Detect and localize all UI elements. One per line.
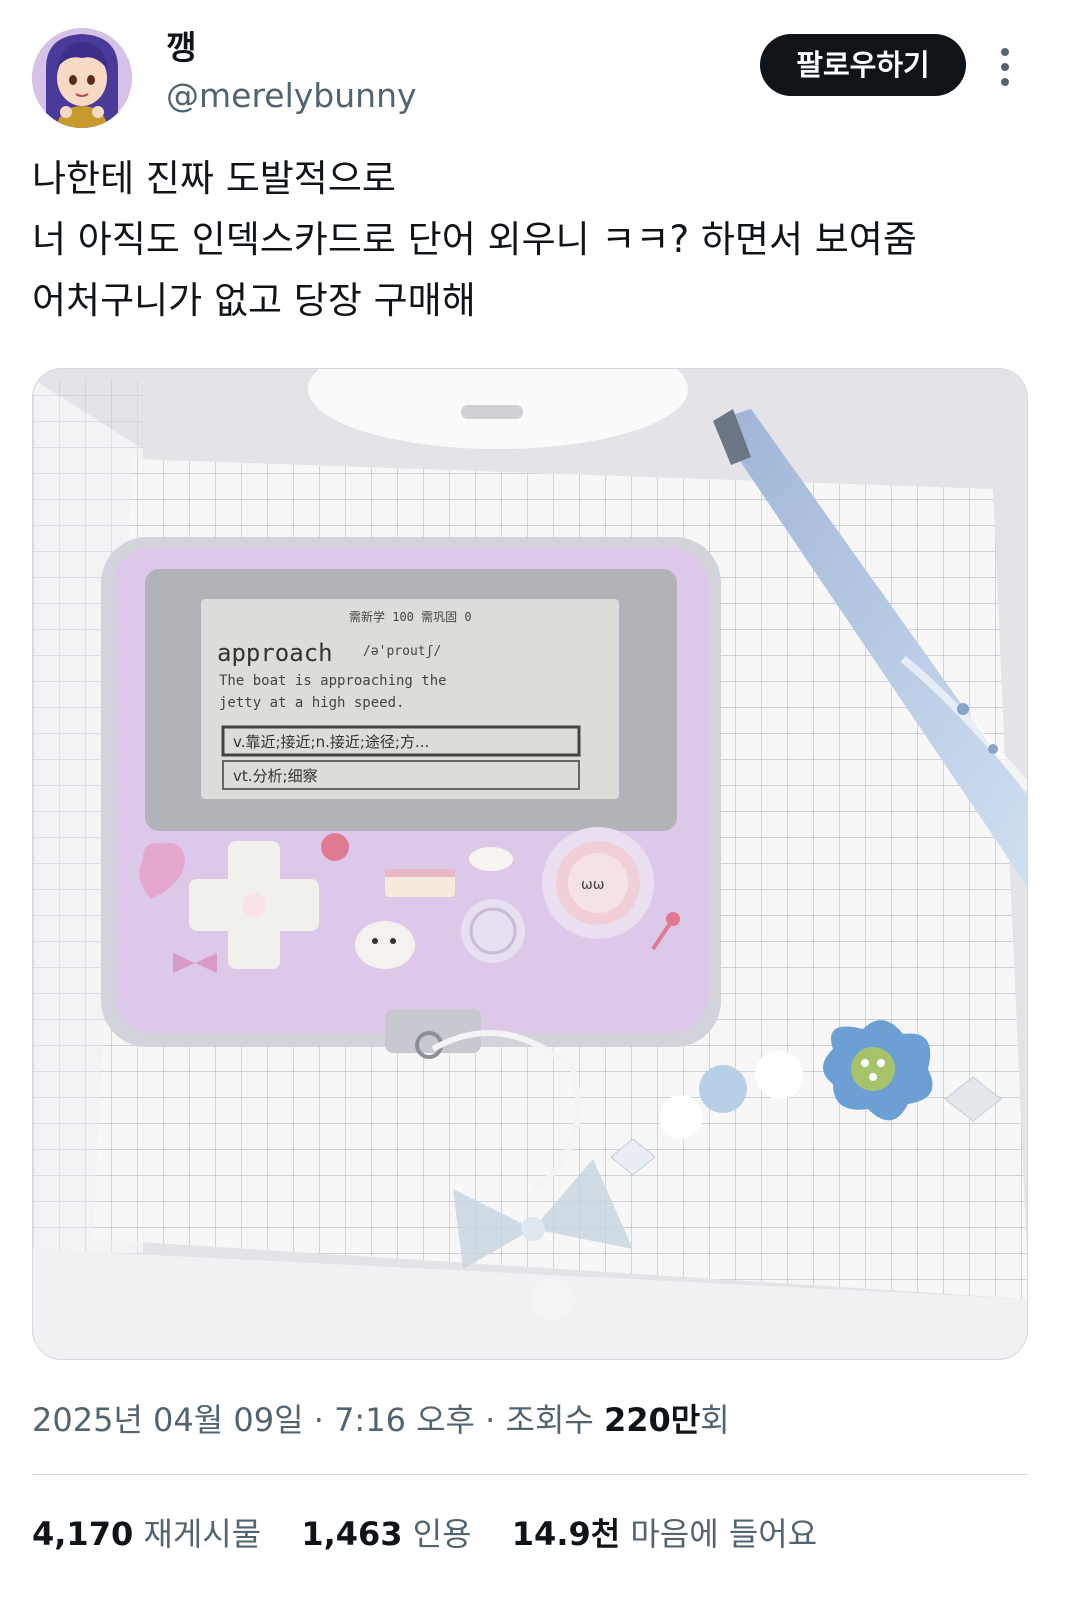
tweet-date[interactable]: 2025년 04월 09일 [32, 1401, 304, 1439]
divider [32, 1474, 1028, 1475]
tweet-line: 나한테 진짜 도발적으로 [32, 157, 396, 200]
photo-illustration: 需新学 100 需巩固 0 approach /ə'proutʃ/ The bo… [33, 369, 1027, 1359]
svg-text:vt.分析;细察: vt.分析;细察 [233, 767, 318, 785]
tweet-meta: 2025년 04월 09일 · 7:16 오후 · 조회수 220만회 [32, 1398, 730, 1442]
views-suffix: 회 [700, 1401, 730, 1439]
tweet-page: 깽 @merelybunny 팔로우하기 나한테 진짜 도발적으로 너 아직도 … [0, 0, 1080, 1600]
retweets-stat[interactable]: 4,170 재게시물 [32, 1512, 261, 1556]
retweets-label: 재게시물 [143, 1515, 262, 1553]
avatar[interactable] [32, 28, 132, 128]
svg-text:jetty at a high speed.: jetty at a high speed. [219, 695, 404, 711]
tweet-line: 너 아직도 인덱스카드로 단어 외우니 ㅋㅋ? 하면서 보여줌 [32, 218, 917, 261]
svg-text:需新学 100 需巩固 0: 需新学 100 需巩固 0 [349, 609, 472, 624]
tweet-line: 어처구니가 없고 당장 구매해 [32, 279, 476, 322]
likes-stat[interactable]: 14.9천 마음에 들어요 [512, 1512, 817, 1556]
user-handle[interactable]: @merelybunny [166, 76, 417, 116]
svg-text:v.靠近;接近;n.接近;途径;方...: v.靠近;接近;n.接近;途径;方... [233, 733, 429, 751]
engagement-stats: 4,170 재게시물 1,463 인용 14.9천 마음에 들어요 [32, 1512, 847, 1556]
svg-text:/ə'proutʃ/: /ə'proutʃ/ [363, 644, 441, 659]
vocab-device-illustration: 需新学 100 需巩固 0 approach /ə'proutʃ/ The bo… [101, 537, 721, 1059]
views-count: 220만 [604, 1401, 701, 1439]
meta-separator: · [313, 1401, 324, 1439]
anime-girl-avatar-icon [32, 28, 132, 128]
tweet-text: 나한테 진짜 도발적으로 너 아직도 인덱스카드로 단어 외우니 ㅋㅋ? 하면서… [32, 148, 1048, 331]
tweet-time[interactable]: 7:16 오후 [334, 1401, 475, 1439]
svg-text:ωω: ωω [581, 877, 604, 893]
likes-count: 14.9천 [511, 1515, 621, 1553]
svg-text:approach: approach [217, 639, 333, 667]
tweet-header: 깽 @merelybunny 팔로우하기 [32, 28, 1048, 128]
quotes-stat[interactable]: 1,463 인용 [301, 1512, 471, 1556]
tweet-photo[interactable]: 需新学 100 需巩固 0 approach /ə'proutʃ/ The bo… [32, 368, 1028, 1360]
quotes-label: 인용 [412, 1515, 472, 1553]
svg-text:The boat is approaching the: The boat is approaching the [219, 673, 447, 689]
quotes-count: 1,463 [301, 1515, 403, 1553]
retweets-count: 4,170 [32, 1515, 134, 1553]
follow-button[interactable]: 팔로우하기 [760, 34, 966, 96]
views-label: 조회수 [505, 1401, 594, 1439]
more-vertical-icon[interactable] [990, 42, 1020, 92]
display-name[interactable]: 깽 [166, 28, 196, 68]
meta-separator: · [485, 1401, 496, 1439]
likes-label: 마음에 들어요 [630, 1515, 818, 1553]
